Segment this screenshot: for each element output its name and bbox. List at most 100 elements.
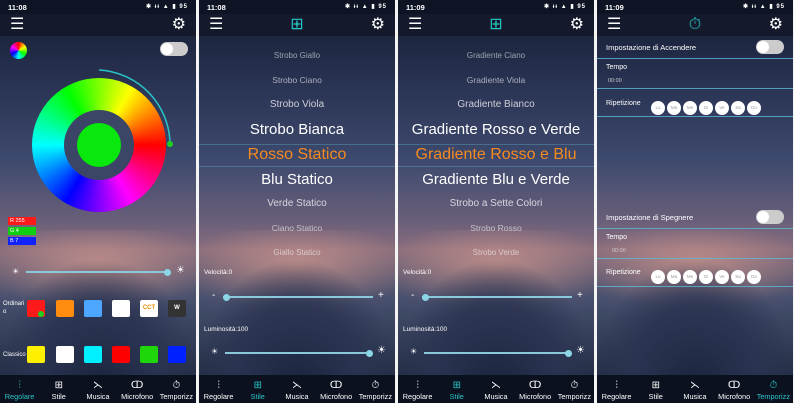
gear-icon[interactable]: ⚙ (172, 17, 186, 33)
day-button[interactable]: Ma (667, 101, 681, 115)
tab-microfono[interactable]: ↀ Microfono (715, 380, 753, 401)
menu-icon[interactable]: ☰ (607, 17, 621, 33)
mode-item[interactable]: Blu Statico (199, 171, 395, 188)
gear-icon[interactable]: ⚙ (570, 17, 584, 33)
mode-item[interactable]: Strobo Giallo (199, 51, 395, 60)
minus-button[interactable]: - (212, 290, 215, 301)
green-value: G 4 (8, 227, 36, 235)
tab-regolare[interactable]: ⫶ Regolare (1, 380, 39, 401)
tab-musica[interactable]: ⋋ Musica (676, 380, 714, 401)
day-button[interactable]: Ve (715, 270, 729, 284)
day-button[interactable]: Lu (651, 270, 665, 284)
gear-icon[interactable]: ⚙ (769, 17, 783, 33)
day-button[interactable]: Gi (699, 101, 713, 115)
day-button[interactable]: Do (747, 270, 761, 284)
brightness-low-icon: ☀ (12, 267, 20, 276)
divider (597, 58, 793, 59)
mode-item[interactable]: Strobo Rosso (398, 223, 594, 233)
tab-microfono[interactable]: ↀ Microfono (317, 380, 355, 401)
swatch-green[interactable] (140, 346, 158, 363)
day-button[interactable]: Me (683, 101, 697, 115)
menu-icon[interactable]: ☰ (209, 17, 223, 33)
brightness-slider[interactable] (424, 349, 572, 357)
on-toggle[interactable] (756, 40, 784, 54)
speed-slider[interactable] (223, 293, 373, 301)
mode-item[interactable]: Strobo Ciano (199, 75, 395, 85)
mode-item[interactable]: Strobo Bianca (199, 121, 395, 138)
speed-slider[interactable] (422, 293, 572, 301)
mode-item[interactable]: Strobo Viola (199, 99, 395, 110)
off-time-value[interactable]: 00:00 (612, 248, 626, 254)
grid-icon: ⊞ (290, 16, 304, 33)
day-button[interactable]: Gi (699, 270, 713, 284)
day-button[interactable]: Sa (731, 270, 745, 284)
tab-regolare[interactable]: ⫶ Regolare (399, 380, 437, 401)
minus-button[interactable]: - (411, 290, 414, 301)
cct-button[interactable]: CCT (140, 300, 158, 317)
w-button[interactable]: W (168, 300, 186, 317)
mode-item[interactable]: Gradiente Rosso e Verde (398, 121, 594, 138)
off-toggle[interactable] (756, 210, 784, 224)
brightness-knob[interactable] (366, 349, 373, 357)
brightness-arc[interactable] (20, 66, 178, 224)
color-palette-icon[interactable] (10, 42, 27, 59)
menu-icon[interactable]: ☰ (408, 17, 422, 33)
speed-knob[interactable] (223, 293, 230, 301)
gear-icon[interactable]: ⚙ (371, 17, 385, 33)
swatch-yellow[interactable] (27, 346, 45, 363)
speed-knob[interactable] (422, 293, 429, 301)
swatch-white[interactable] (112, 300, 130, 317)
tab-stile[interactable]: ⊞ Stile (40, 380, 78, 401)
tab-microfono[interactable]: ↀ Microfono (118, 380, 156, 401)
swatch-white-2[interactable] (56, 346, 74, 363)
mode-item-selected[interactable]: Gradiente Rosso e Blu (398, 146, 594, 164)
day-button[interactable]: Me (683, 270, 697, 284)
tab-microfono[interactable]: ↀ Microfono (516, 380, 554, 401)
plus-button[interactable]: + (577, 290, 583, 301)
swatch-cyan[interactable] (84, 346, 102, 363)
mode-item[interactable]: Strobo Verde (398, 248, 594, 257)
mode-item[interactable]: Gradiente Viola (398, 75, 594, 85)
tab-stile[interactable]: ⊞ Stile (637, 380, 675, 401)
tab-musica[interactable]: ⋋ Musica (477, 380, 515, 401)
plus-button[interactable]: + (378, 290, 384, 301)
day-button[interactable]: Ma (667, 270, 681, 284)
tab-stile[interactable]: ⊞ Stile (438, 380, 476, 401)
mode-item[interactable]: Giallo Statico (199, 248, 395, 257)
mode-item[interactable]: Ciano Statico (199, 223, 395, 233)
tab-temporizz[interactable]: ⏱ Temporizz (555, 380, 593, 401)
brightness-label: Luminosità:100 (403, 326, 448, 333)
brightness-slider[interactable] (225, 349, 373, 357)
day-button[interactable]: Ve (715, 101, 729, 115)
day-button[interactable]: Lu (651, 101, 665, 115)
swatch-red-2[interactable] (112, 346, 130, 363)
swatch-blue[interactable] (168, 346, 186, 363)
power-toggle[interactable] (160, 42, 188, 56)
brightness-slider[interactable] (26, 268, 171, 276)
mode-item-selected[interactable]: Rosso Statico (199, 146, 395, 164)
swatch-orange[interactable] (56, 300, 74, 317)
tab-musica[interactable]: ⋋ Musica (79, 380, 117, 401)
mode-item[interactable]: Strobo a Sette Colori (398, 198, 594, 209)
tab-temporizz[interactable]: ⏱ Temporizz (157, 380, 195, 401)
background-mountain (0, 261, 196, 381)
day-button[interactable]: Sa (731, 101, 745, 115)
mode-item[interactable]: Gradiente Bianco (398, 99, 594, 110)
mode-item[interactable]: Gradiente Blu e Verde (398, 171, 594, 188)
tab-regolare[interactable]: ⫶ Regolare (598, 380, 636, 401)
tab-stile[interactable]: ⊞ Stile (239, 380, 277, 401)
tab-temporizz[interactable]: ⏱ Temporizz (356, 380, 394, 401)
day-button[interactable]: Do (747, 101, 761, 115)
menu-icon[interactable]: ☰ (10, 17, 24, 33)
brightness-knob[interactable] (565, 349, 572, 357)
tab-regolare[interactable]: ⫶ Regolare (200, 380, 238, 401)
swatch-sky[interactable] (84, 300, 102, 317)
on-time-value[interactable]: 00:00 (608, 78, 622, 84)
mode-item[interactable]: Verde Statico (199, 198, 395, 209)
tab-musica[interactable]: ⋋ Musica (278, 380, 316, 401)
mode-item[interactable]: Gradiente Ciano (398, 51, 594, 60)
brightness-knob[interactable] (164, 268, 171, 276)
microphone-icon: ↀ (727, 380, 741, 391)
timer-icon: ⏱ (172, 380, 181, 391)
tab-temporizz[interactable]: ⏱ Temporizz (754, 380, 792, 401)
